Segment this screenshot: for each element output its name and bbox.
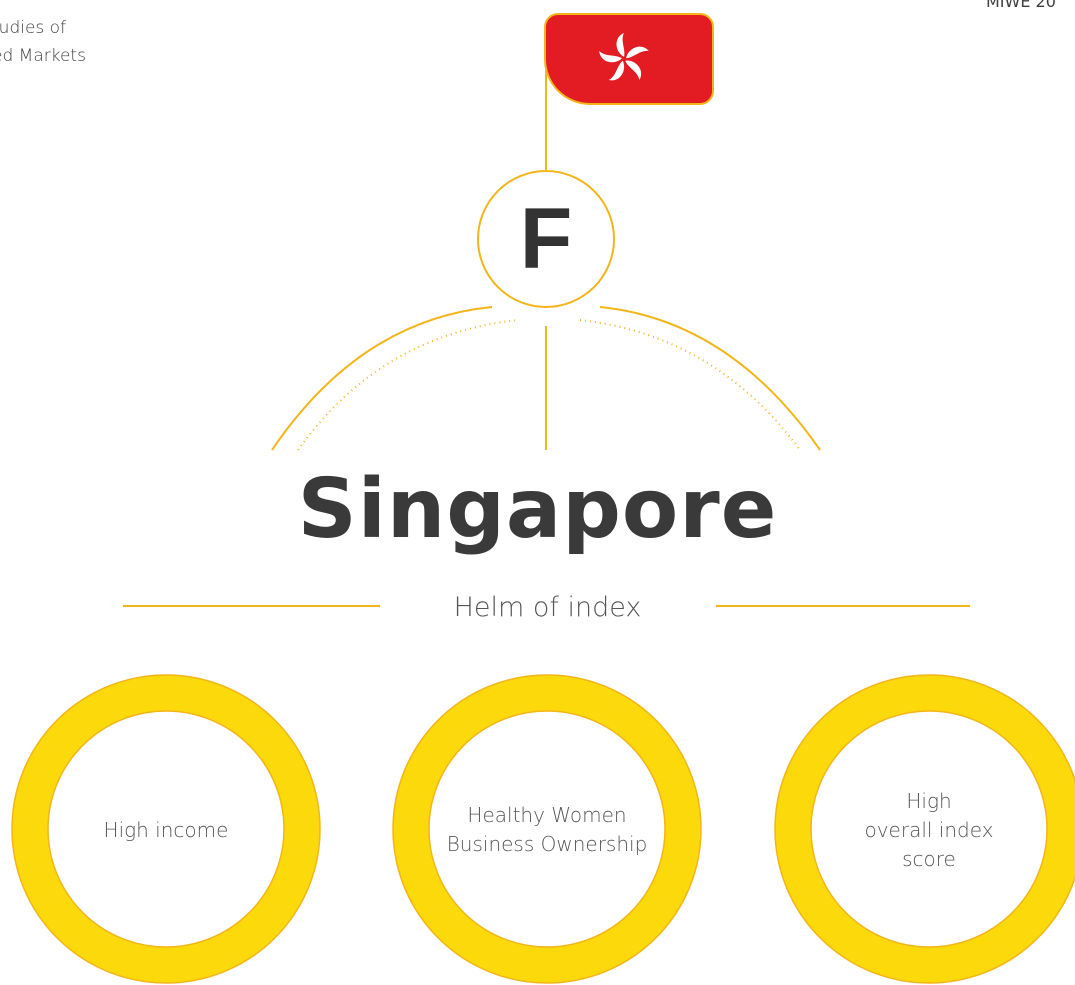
highlight-ring-3: High overall index score (774, 675, 1075, 985)
right-arc (599, 306, 821, 451)
page-title: Singapore (297, 462, 778, 557)
highlight-label: High income (103, 817, 229, 842)
bauhinia-flower-icon (599, 33, 649, 81)
hong-kong-flag (544, 13, 714, 105)
highlight-label: High overall index score (864, 788, 994, 871)
page-subtitle: Helm of index (453, 592, 642, 623)
left-arc (271, 306, 493, 451)
left-dotted-arc (297, 319, 519, 451)
highlight-label: Healthy Women Business Ownership (446, 803, 648, 856)
letter-badge: F (477, 170, 615, 308)
highlight-ring-2: Healthy Women Business Ownership (392, 675, 702, 985)
highlight-ring-1: High income (11, 675, 321, 985)
right-dotted-arc (579, 319, 801, 451)
